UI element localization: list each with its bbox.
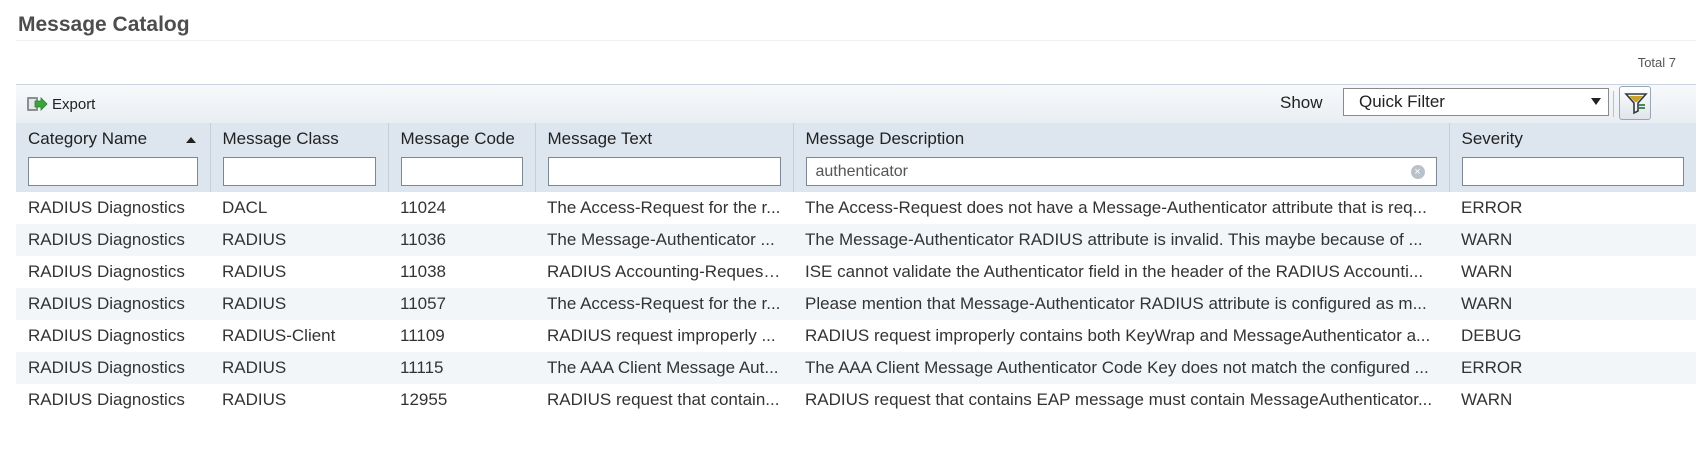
- message-table: Category Name Message Class Message Code…: [16, 123, 1696, 416]
- export-label: Export: [52, 95, 96, 113]
- cell-message-text: The Access-Request for the r...: [547, 198, 781, 217]
- cell-message-code: 11038: [400, 262, 447, 281]
- cell-message-code: 12955: [400, 390, 448, 409]
- cell-severity: WARN: [1449, 288, 1696, 320]
- filter-input-severity[interactable]: [1461, 157, 1684, 186]
- table-row[interactable]: RADIUS Diagnostics RADIUS 11038 RADIUS Acco…: [16, 256, 1696, 288]
- cell-severity: DEBUG: [1461, 326, 1522, 345]
- table-filter-row: ×: [16, 155, 1696, 192]
- column-header-label: Category Name: [28, 129, 148, 148]
- cell-message-code: 11115: [388, 352, 535, 384]
- column-header-message-description[interactable]: Message Description: [793, 123, 1450, 155]
- filter-input-message-code[interactable]: [400, 157, 523, 186]
- cell-message-code: 11109: [400, 326, 445, 345]
- cell-category-name: RADIUS Diagnostics: [16, 352, 210, 384]
- show-filter-value: Quick Filter: [1359, 92, 1445, 111]
- export-icon: [26, 94, 48, 114]
- toolbar: Export Show Quick Filter: [16, 84, 1696, 123]
- filter-input-category-name[interactable]: [28, 157, 198, 186]
- column-header-message-text[interactable]: Message Text: [535, 123, 794, 155]
- column-header-severity[interactable]: Severity: [1449, 123, 1696, 155]
- total-count: Total 7: [1637, 55, 1676, 70]
- show-filter-select[interactable]: Quick Filter: [1343, 88, 1609, 116]
- cell-message-class: RADIUS: [222, 390, 287, 409]
- cell-severity: WARN: [1449, 224, 1696, 256]
- cell-message-description: The Access-Request does not have a Messa…: [805, 198, 1427, 217]
- cell-message-text: RADIUS Accounting-Request...: [547, 262, 783, 281]
- cell-category-name: RADIUS Diagnostics: [28, 390, 185, 409]
- filter-button[interactable]: [1619, 86, 1651, 120]
- cell-category-name: RADIUS Diagnostics: [16, 224, 210, 256]
- cell-category-name: RADIUS Diagnostics: [28, 326, 185, 345]
- show-label: Show: [1280, 93, 1323, 112]
- cell-message-text: RADIUS request improperly ...: [547, 326, 776, 345]
- column-header-label: Severity: [1461, 129, 1523, 148]
- column-header-message-class[interactable]: Message Class: [210, 123, 389, 155]
- cell-message-class: RADIUS: [210, 288, 388, 320]
- table-row[interactable]: RADIUS Diagnostics RADIUS-Client 11109 RADI…: [16, 320, 1696, 352]
- column-header-label: Message Code: [400, 129, 515, 148]
- table-row[interactable]: RADIUS Diagnostics DACL 11024 The Access-Re…: [16, 192, 1696, 224]
- chevron-down-icon: [1591, 98, 1601, 105]
- cell-category-name: RADIUS Diagnostics: [28, 198, 185, 217]
- export-button[interactable]: Export: [26, 93, 95, 115]
- cell-message-code: 11057: [388, 288, 535, 320]
- cell-message-text: RADIUS request that contain...: [547, 390, 780, 409]
- toolbar-separator: [1613, 91, 1614, 117]
- cell-message-code: 11024: [400, 198, 447, 217]
- table-body: RADIUS Diagnostics DACL 11024 The Access-Re…: [16, 192, 1696, 416]
- column-header-label: Message Text: [547, 129, 653, 148]
- column-header-label: Message Description: [805, 129, 965, 148]
- cell-category-name: RADIUS Diagnostics: [28, 262, 185, 281]
- table-row[interactable]: RADIUS Diagnostics RADIUS 11036 The Message…: [16, 224, 1696, 256]
- cell-message-class: RADIUS: [210, 224, 388, 256]
- cell-message-description: Please mention that Message-Authenticato…: [793, 288, 1449, 320]
- sort-ascending-icon[interactable]: [185, 137, 196, 143]
- title-divider: [16, 40, 1696, 41]
- table-header-row: Category Name Message Class Message Code…: [16, 123, 1696, 155]
- cell-message-description: RADIUS request that contains EAP message…: [805, 390, 1433, 409]
- cell-message-text: The Access-Request for the r...: [535, 288, 793, 320]
- cell-message-description: The Message-Authenticator RADIUS attribu…: [793, 224, 1449, 256]
- column-header-label: Message Class: [222, 129, 339, 148]
- table-row[interactable]: RADIUS Diagnostics RADIUS 11115 The AAA Cli…: [16, 352, 1696, 384]
- cell-severity: ERROR: [1461, 198, 1523, 217]
- cell-severity: WARN: [1461, 390, 1513, 409]
- cell-severity: WARN: [1461, 262, 1513, 281]
- cell-severity: ERROR: [1449, 352, 1696, 384]
- cell-message-class: RADIUS: [222, 262, 287, 281]
- column-header-category-name[interactable]: Category Name: [16, 123, 211, 155]
- filter-input-message-description[interactable]: [805, 157, 1437, 186]
- cell-message-class: RADIUS: [210, 352, 388, 384]
- cell-message-class: DACL: [222, 198, 268, 217]
- cell-category-name: RADIUS Diagnostics: [16, 288, 210, 320]
- funnel-icon: [1624, 93, 1648, 115]
- cell-message-description: ISE cannot validate the Authenticator fi…: [805, 262, 1424, 281]
- cell-message-text: The Message-Authenticator ...: [535, 224, 793, 256]
- cell-message-description: The AAA Client Message Authenticator Cod…: [793, 352, 1449, 384]
- cell-message-code: 11036: [388, 224, 535, 256]
- table-row[interactable]: RADIUS Diagnostics RADIUS 12955 RADIUS requ…: [16, 384, 1696, 416]
- column-header-message-code[interactable]: Message Code: [388, 123, 536, 155]
- cell-message-description: RADIUS request improperly contains both …: [805, 326, 1431, 345]
- table-row[interactable]: RADIUS Diagnostics RADIUS 11057 The Access-…: [16, 288, 1696, 320]
- cell-message-class: RADIUS-Client: [222, 326, 336, 345]
- page-title: Message Catalog: [18, 13, 190, 36]
- cell-message-text: The AAA Client Message Aut...: [535, 352, 793, 384]
- clear-filter-icon[interactable]: ×: [1410, 165, 1425, 179]
- filter-input-message-text[interactable]: [547, 157, 781, 186]
- filter-input-message-class[interactable]: [222, 157, 376, 186]
